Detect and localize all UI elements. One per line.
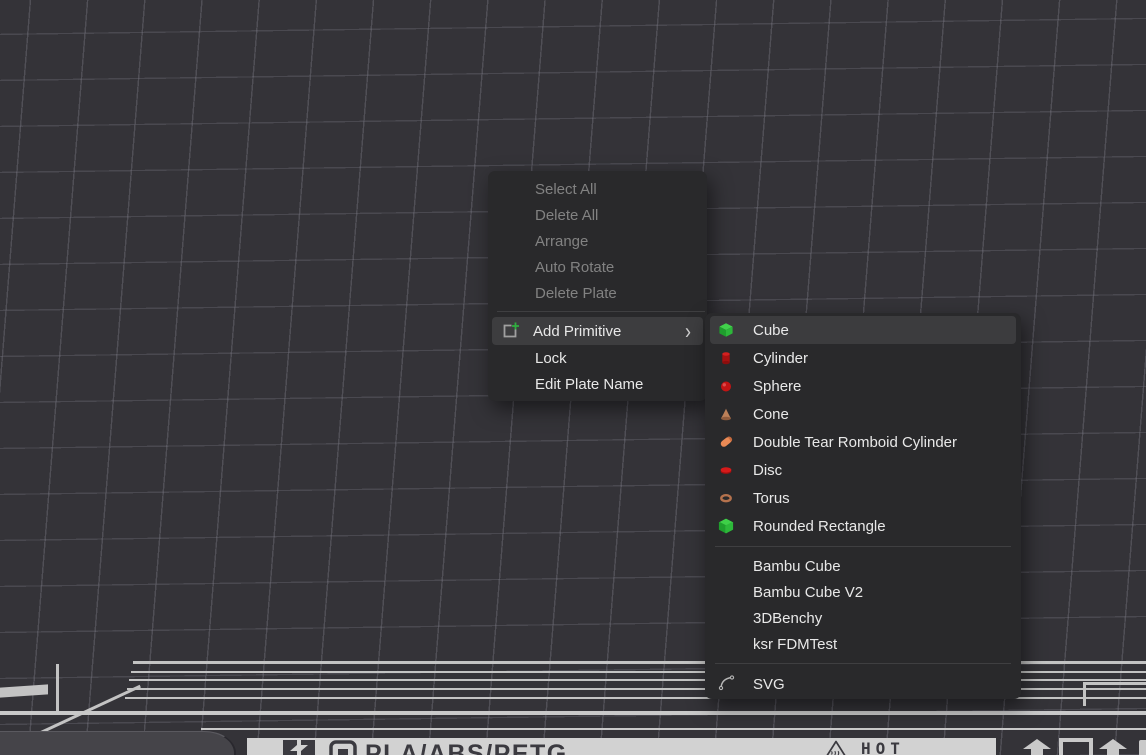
plate-material-label: PLA/ABS/PETG bbox=[365, 741, 568, 755]
submenu-item-label: 3DBenchy bbox=[753, 610, 822, 627]
plate-corner-tab bbox=[0, 731, 236, 755]
torus-icon bbox=[718, 490, 734, 506]
submenu-item-label: Bambu Cube V2 bbox=[753, 584, 863, 601]
submenu-item-cone[interactable]: Cone bbox=[705, 400, 1021, 428]
plate-front-arrow-icon bbox=[1098, 739, 1128, 755]
submenu-item-svg[interactable]: SVG bbox=[705, 670, 1021, 699]
menu-item-lock[interactable]: Lock bbox=[488, 345, 707, 371]
menu-item-label: Edit Plate Name bbox=[535, 376, 643, 393]
menu-item-edit-plate-name[interactable]: Edit Plate Name bbox=[488, 371, 707, 397]
submenu-item-label: Cube bbox=[753, 322, 789, 339]
submenu-item-sphere[interactable]: Sphere bbox=[705, 372, 1021, 400]
plate-front-highlight bbox=[201, 728, 1146, 730]
menu-item-label: Arrange bbox=[535, 233, 588, 250]
submenu-item-label: Sphere bbox=[753, 378, 801, 395]
plate-type-icon bbox=[329, 740, 357, 755]
submenu-separator bbox=[715, 663, 1011, 664]
submenu-item-cylinder[interactable]: Cylinder bbox=[705, 344, 1021, 372]
plate-right-bracket bbox=[1083, 682, 1086, 706]
submenu-item-label: Disc bbox=[753, 462, 782, 479]
submenu-item-label: Rounded Rectangle bbox=[753, 518, 886, 535]
submenu-item-label: Cylinder bbox=[753, 350, 808, 367]
plate-context-menu: Select All Delete All Arrange Auto Rotat… bbox=[488, 171, 707, 401]
plate-square-marker bbox=[1059, 738, 1093, 755]
plate-edge-fragment bbox=[1139, 740, 1146, 755]
add-primitive-submenu: Cube Cylinder Sphere bbox=[705, 313, 1021, 699]
menu-separator bbox=[497, 311, 705, 312]
plate-edge-wedge bbox=[0, 684, 48, 697]
submenu-item-torus[interactable]: Torus bbox=[705, 484, 1021, 512]
plate-front-arrow-icon bbox=[1022, 739, 1052, 755]
svg-bezier-icon bbox=[718, 674, 735, 695]
sphere-icon bbox=[718, 378, 734, 394]
plate-right-bracket bbox=[1083, 682, 1146, 685]
plate-edge-thick-line bbox=[0, 711, 1146, 715]
submenu-item-label: Bambu Cube bbox=[753, 558, 841, 575]
cylinder-icon bbox=[718, 350, 734, 366]
hot-warning-icon bbox=[825, 740, 847, 755]
menu-item-label: Select All bbox=[535, 181, 597, 198]
submenu-item-cube[interactable]: Cube bbox=[710, 316, 1016, 344]
submenu-separator bbox=[715, 546, 1011, 547]
submenu-item-label: SVG bbox=[753, 676, 785, 693]
bambu-logo-icon bbox=[283, 740, 317, 755]
chevron-right-icon: › bbox=[685, 320, 691, 343]
menu-item-arrange: Arrange bbox=[488, 228, 707, 254]
submenu-item-label: Torus bbox=[753, 490, 790, 507]
submenu-item-3dbenchy[interactable]: 3DBenchy bbox=[705, 605, 1021, 631]
menu-item-auto-rotate: Auto Rotate bbox=[488, 254, 707, 280]
submenu-item-disc[interactable]: Disc bbox=[705, 456, 1021, 484]
rounded-rectangle-icon bbox=[718, 518, 734, 534]
double-tear-romboid-cylinder-icon bbox=[718, 434, 734, 450]
cube-icon bbox=[718, 322, 734, 338]
menu-item-delete-plate: Delete Plate bbox=[488, 280, 707, 306]
viewport-3d-canvas[interactable]: PLA/ABS/PETG HOT Select All Delete All A… bbox=[0, 0, 1146, 755]
submenu-item-rounded-rectangle[interactable]: Rounded Rectangle bbox=[705, 512, 1021, 540]
menu-item-label: Auto Rotate bbox=[535, 259, 614, 276]
submenu-item-label: ksr FDMTest bbox=[753, 636, 837, 653]
submenu-item-bambu-cube[interactable]: Bambu Cube bbox=[705, 553, 1021, 579]
plate-label-bar: PLA/ABS/PETG HOT bbox=[247, 738, 996, 755]
plate-edge-tick bbox=[56, 664, 59, 712]
submenu-item-ksr-fdmtest[interactable]: ksr FDMTest bbox=[705, 631, 1021, 657]
hot-label: HOT bbox=[861, 739, 905, 755]
add-primitive-icon bbox=[500, 321, 520, 341]
submenu-item-label: Double Tear Romboid Cylinder bbox=[753, 434, 957, 451]
submenu-item-label: Cone bbox=[753, 406, 789, 423]
menu-item-add-primitive[interactable]: Add Primitive › bbox=[492, 317, 703, 345]
menu-item-label: Lock bbox=[535, 350, 567, 367]
submenu-item-double-tear-romboid-cylinder[interactable]: Double Tear Romboid Cylinder bbox=[705, 428, 1021, 456]
cone-icon bbox=[718, 406, 734, 422]
submenu-item-bambu-cube-v2[interactable]: Bambu Cube V2 bbox=[705, 579, 1021, 605]
menu-item-label: Delete All bbox=[535, 207, 598, 224]
disc-icon bbox=[718, 462, 734, 478]
menu-item-delete-all: Delete All bbox=[488, 202, 707, 228]
menu-item-label: Delete Plate bbox=[535, 285, 617, 302]
menu-item-select-all: Select All bbox=[488, 176, 707, 202]
menu-item-label: Add Primitive bbox=[533, 323, 621, 340]
